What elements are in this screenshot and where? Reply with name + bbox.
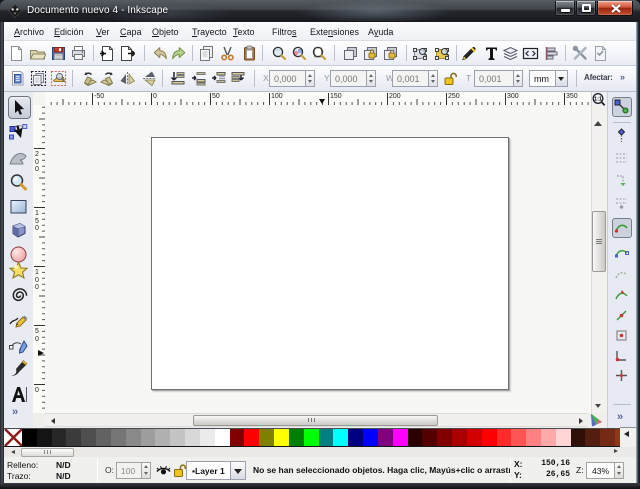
svg-text:1:1: 1:1	[594, 97, 602, 103]
